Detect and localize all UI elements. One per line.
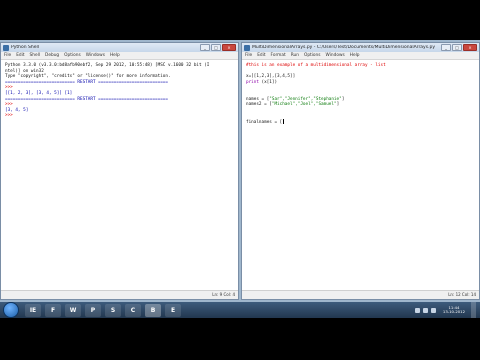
editor-line: finalnames = [ — [246, 118, 475, 125]
minimize-icon[interactable]: _ — [441, 44, 451, 51]
shell-code-token: ntel)] on win32 — [5, 68, 44, 74]
shell-text-area[interactable]: Python 3.3.0 (v3.3.0:bd8afb90ebf2, Sep 2… — [1, 60, 238, 291]
editor-menu-file[interactable]: File — [245, 53, 252, 58]
flag-icon[interactable] — [430, 307, 436, 313]
shell-titlebar[interactable]: Python Shell _ □ × — [1, 43, 238, 52]
letterbox-top — [0, 0, 480, 40]
editor-code-token: ] — [341, 96, 345, 102]
close-icon[interactable]: × — [222, 44, 236, 51]
shell-menu-shell[interactable]: Shell — [30, 53, 40, 58]
shell-menu-edit[interactable]: Edit — [16, 53, 24, 58]
shell-menu-help[interactable]: Help — [110, 53, 120, 58]
editor-code-token: ] — [336, 102, 340, 108]
show-desktop-button[interactable] — [471, 302, 476, 318]
python-file-icon — [244, 44, 250, 51]
editor-code-token: "Sar","Jennifer","Stephanie" — [269, 96, 342, 102]
start-button[interactable] — [3, 302, 19, 318]
shell-menu-file[interactable]: File — [4, 53, 11, 58]
shell-code-token: [3, 4, 5] — [5, 107, 29, 113]
taskbar-app-button[interactable]: C — [125, 303, 141, 317]
taskbar-app-button[interactable]: IE — [25, 303, 41, 317]
clock-date: 13-10-2012 — [442, 309, 465, 314]
taskbar-app-button[interactable]: F — [45, 303, 61, 317]
shell-code-token: [[1, 2, 3], [3, 4, 5]] [1] — [5, 90, 73, 96]
shell-code-token: >>> — [5, 85, 16, 91]
editor-menu-windows[interactable]: Windows — [326, 53, 345, 58]
maximize-icon[interactable]: □ — [452, 44, 462, 51]
shell-menubar: File Edit Shell Debug Options Windows Help — [1, 52, 238, 60]
taskbar: IE F W P S C B E 11:44 13-10-2012 — [0, 302, 480, 318]
editor-status: Ln: 12 Col: 14 — [448, 292, 476, 297]
shell-code-token: Type "copyright", "credits" or "license(… — [5, 74, 171, 80]
editor-code-token: "Michael","Joel","Samuel" — [271, 102, 337, 108]
minimize-icon[interactable]: _ — [200, 44, 210, 51]
shell-menu-debug[interactable]: Debug — [45, 53, 59, 58]
taskbar-app-button[interactable]: S — [105, 303, 121, 317]
letterbox-bottom — [0, 318, 480, 360]
editor-menu-help[interactable]: Help — [350, 53, 360, 58]
editor-code-token: #this is an example of a multidimensiona… — [246, 63, 386, 68]
editor-menu-options[interactable]: Options — [304, 53, 321, 58]
shell-statusbar: Ln: 9 Col: 4 — [1, 290, 238, 299]
network-icon[interactable] — [414, 307, 420, 313]
taskbar-app-button[interactable]: B — [145, 303, 161, 317]
shell-code-token: Python 3.3.0 (v3.3.0:bd8afb90ebf2, Sep 2… — [5, 63, 210, 68]
close-icon[interactable]: × — [463, 44, 477, 51]
editor-code-token: names = [ — [246, 96, 270, 102]
editor-menu-edit[interactable]: Edit — [257, 53, 265, 58]
shell-menu-windows[interactable]: Windows — [86, 53, 105, 58]
taskbar-app-button[interactable]: P — [85, 303, 101, 317]
shell-code-token: >>> — [5, 113, 16, 119]
shell-code-token: =========================== RESTART ====… — [5, 96, 168, 102]
shell-line: >>> — [5, 113, 234, 119]
editor-code-token: print — [246, 79, 259, 85]
editor-code-token: finalnames = [ — [246, 119, 283, 125]
editor-code-token: names2 = [ — [246, 102, 272, 108]
editor-menu-format[interactable]: Format — [271, 53, 286, 58]
volume-icon[interactable] — [422, 307, 428, 313]
editor-window[interactable]: MultiDimensionalArrays.py - C:/Users/Tes… — [241, 42, 480, 300]
taskbar-app-button[interactable]: W — [65, 303, 81, 317]
editor-menubar: File Edit Format Run Options Windows Help — [242, 52, 479, 60]
editor-menu-run[interactable]: Run — [291, 53, 299, 58]
editor-statusbar: Ln: 12 Col: 14 — [242, 290, 479, 299]
clock[interactable]: 11:44 13-10-2012 — [442, 305, 465, 315]
editor-text-area[interactable]: #this is an example of a multidimensiona… — [242, 60, 479, 291]
system-tray: 11:44 13-10-2012 — [414, 302, 480, 318]
editor-code-token: x=[[1,2,3],[3,4,5]] — [246, 74, 296, 80]
editor-code-token: (x[1]) — [258, 79, 278, 85]
maximize-icon[interactable]: □ — [211, 44, 221, 51]
editor-titlebar[interactable]: MultiDimensionalArrays.py - C:/Users/Tes… — [242, 43, 479, 52]
python-icon — [3, 44, 9, 51]
taskbar-app-button[interactable]: E — [165, 303, 181, 317]
shell-menu-options[interactable]: Options — [64, 53, 81, 58]
shell-code-token: >>> — [5, 102, 16, 108]
shell-status: Ln: 9 Col: 4 — [212, 292, 235, 297]
text-cursor — [283, 118, 284, 124]
editor-title: MultiDimensionalArrays.py - C:/Users/Tes… — [252, 45, 436, 50]
python-shell-window[interactable]: Python Shell _ □ × File Edit Shell Debug Opt… — [0, 42, 239, 300]
shell-code-token: =========================== RESTART ====… — [5, 79, 168, 85]
shell-title: Python Shell — [11, 45, 40, 50]
